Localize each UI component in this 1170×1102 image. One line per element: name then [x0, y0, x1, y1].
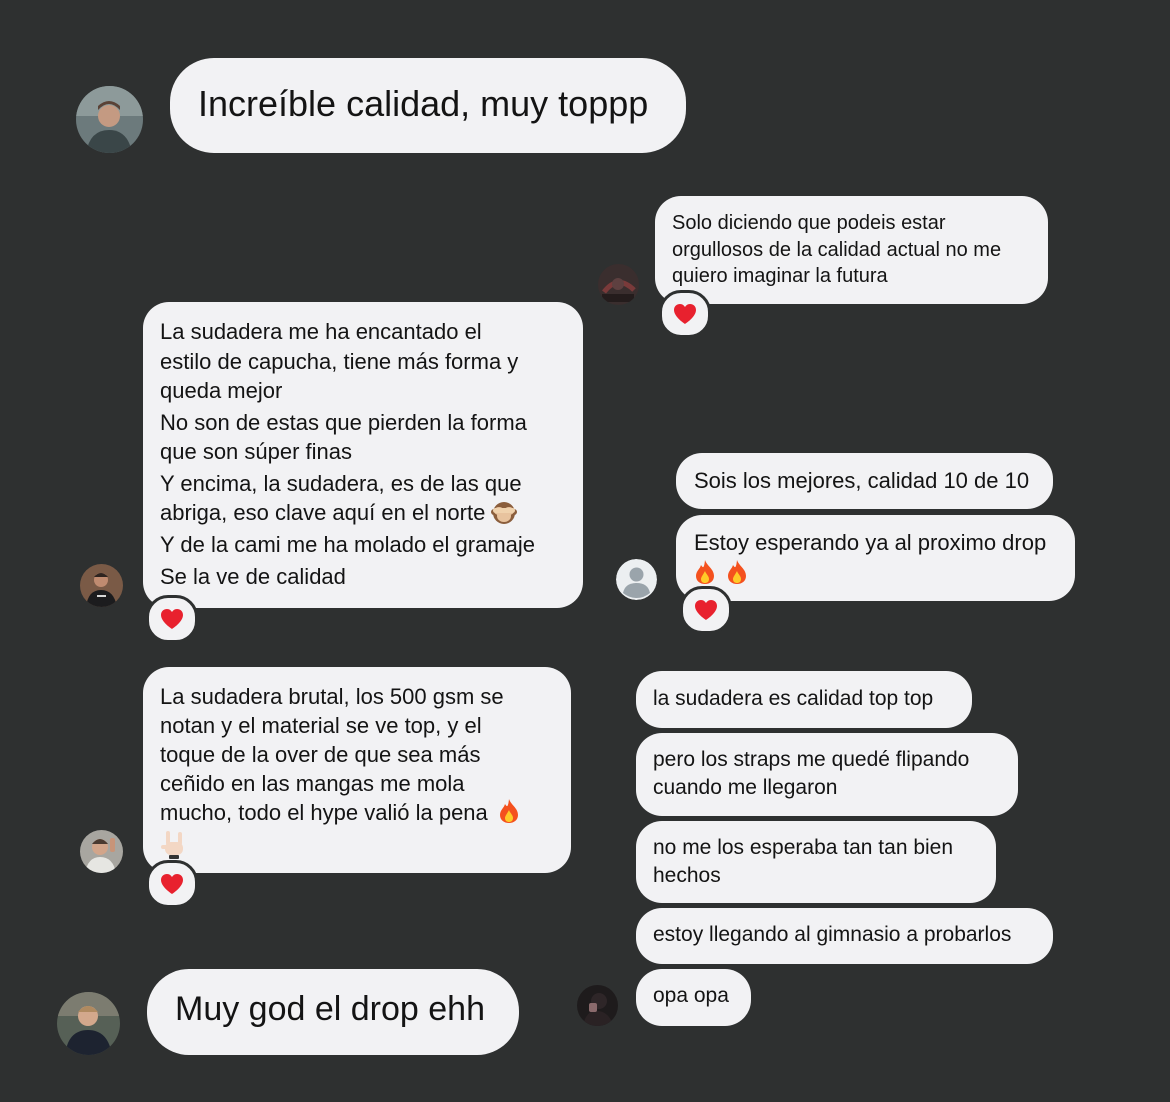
message-text: La sudadera me ha encantado el estilo de… [160, 319, 519, 403]
red-heart-icon [695, 600, 717, 620]
message-text: Solo diciendo que podeis estar orgulloso… [672, 212, 1002, 287]
message-text: la sudadera es calidad top top [653, 687, 934, 710]
message-bubble[interactable]: La sudadera brutal, los 500 gsm se notan… [143, 667, 571, 873]
message-text: No son de estas que pierden la forma que… [160, 409, 527, 465]
emoji-row [694, 559, 1057, 586]
message-bubble[interactable]: Estoy esperando ya al proximo drop [676, 515, 1075, 601]
message-text: Estoy esperando ya al proximo drop [694, 530, 1047, 555]
user-photo-icon [80, 564, 123, 607]
message-text: pero los straps me quedé flipando cuando… [653, 748, 970, 799]
message-text: Y de la cami me ha molado el gramaje [160, 531, 536, 557]
red-heart-icon [161, 609, 183, 629]
message-text: Muy god el drop ehh [175, 990, 485, 1028]
red-heart-icon [674, 304, 696, 324]
user-photo-icon [577, 985, 618, 1026]
emoji-row [160, 829, 554, 861]
red-heart-icon [161, 874, 183, 894]
message-bubble[interactable]: pero los straps me quedé flipando cuando… [636, 733, 1018, 816]
message-bubble[interactable]: estoy llegando al gimnasio a probarlos [636, 908, 1053, 964]
user-photo-icon [57, 992, 120, 1055]
message-text: estoy llegando al gimnasio a probarlos [653, 923, 1012, 946]
avatar[interactable] [598, 264, 639, 305]
message-bubble[interactable]: La sudadera me ha encantado el estilo de… [143, 302, 583, 608]
avatar[interactable] [57, 992, 120, 1055]
reaction-badge[interactable] [146, 595, 198, 643]
message-bubble[interactable]: Increíble calidad, muy toppp [170, 58, 686, 153]
message-text: no me los esperaba tan tan bien hechos [653, 836, 954, 887]
avatar[interactable] [80, 830, 123, 873]
user-photo-icon [76, 86, 143, 153]
fire-icon [728, 560, 747, 584]
message-text: Se la ve de calidad [160, 564, 346, 589]
fire-icon [499, 799, 518, 823]
message-bubble[interactable]: la sudadera es calidad top top [636, 671, 972, 728]
message-line: La sudadera brutal, los 500 gsm se notan… [160, 682, 554, 827]
message-line: Y encima, la sudadera, es de las que abr… [160, 469, 566, 528]
message-bubble[interactable]: no me los esperaba tan tan bien hechos [636, 821, 996, 903]
message-bubble[interactable]: Muy god el drop ehh [147, 969, 519, 1055]
message-text: Increíble calidad, muy toppp [198, 83, 649, 124]
reaction-badge[interactable] [146, 860, 198, 908]
avatar[interactable] [616, 559, 657, 600]
avatar[interactable] [76, 86, 143, 153]
message-bubble[interactable]: Sois los mejores, calidad 10 de 10 [676, 453, 1053, 509]
message-text: Sois los mejores, calidad 10 de 10 [694, 468, 1030, 493]
message-bubble[interactable]: Solo diciendo que podeis estar orgulloso… [655, 196, 1048, 304]
reaction-badge[interactable] [659, 290, 711, 338]
message-text: opa opa [653, 984, 729, 1007]
message-text: Y encima, la sudadera, es de las que abr… [160, 470, 522, 526]
fire-icon [696, 560, 714, 584]
user-photo-icon [80, 830, 123, 873]
reaction-badge[interactable] [680, 586, 732, 634]
message-bubble[interactable]: opa opa [636, 969, 751, 1026]
avatar[interactable] [577, 985, 618, 1026]
avatar[interactable] [80, 564, 123, 607]
sign-of-the-horns-icon [161, 831, 183, 859]
message-text: La sudadera brutal, los 500 gsm se notan… [160, 684, 504, 825]
default-user-icon [616, 559, 657, 600]
user-photo-icon [598, 264, 639, 305]
see-no-evil-monkey-icon [491, 502, 518, 524]
